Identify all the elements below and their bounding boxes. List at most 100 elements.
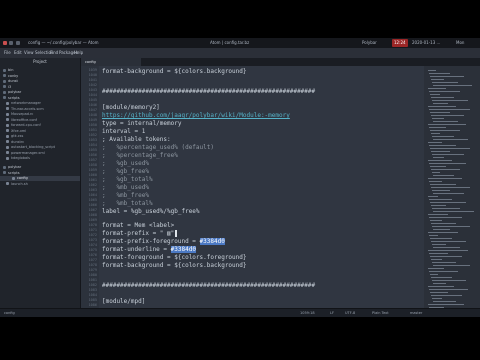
selection-highlight: #3384d0 [170,246,196,253]
tree-item-label: scripts [8,170,20,175]
minimap-line [431,169,460,170]
code-line[interactable]: type = internal/memory [102,120,181,128]
tree-folder[interactable]: polybar [3,165,21,170]
tree-file[interactable]: Mousepad.rc [6,112,33,117]
minimap-line [432,82,458,83]
status-line-ending[interactable]: LF [330,310,334,317]
tree-folder[interactable]: i3 [3,85,11,90]
tree-item-label: networkmanager [11,101,41,105]
line-number-gutter: 1039 1040 1041 1042 1043 1044 1045 1046 1047 1048… [81,66,99,308]
code-line[interactable]: format-foreground = ${colors.foreground} [102,254,247,262]
tree-file[interactable]: Thunar-accels.scm [6,107,44,112]
menu-view[interactable]: View [24,49,34,57]
tree-file[interactable]: Xfce.xml [6,129,26,134]
code-line[interactable]: interval = 1 [102,128,145,136]
tree-file[interactable]: libreoffice.conf [6,118,37,123]
tree-item-label: kdeglobals [11,156,30,160]
code-line[interactable]: ########################################… [102,282,315,290]
code-text: format-prefix = " [102,230,168,237]
taskbar-clock-badge[interactable]: 12:24 [392,39,408,47]
menu-help[interactable]: Help [74,49,83,57]
tree-file[interactable]: forward-cpu.conf [6,123,41,128]
tree-file[interactable]: gtk.css [6,134,23,139]
code-line[interactable]: ; %percentage_used% (default) [102,144,214,152]
project-tree: Project bin conky dunst i3 polybar scripts net… [0,58,81,308]
code-line[interactable]: ########################################… [102,88,315,96]
menu-file[interactable]: File [4,49,11,57]
code-editor[interactable]: 1039 1040 1041 1042 1043 1044 1045 1046 1047 1048… [81,66,424,308]
code-line[interactable]: ; %mb_free% [102,192,149,200]
code-line[interactable]: ; %gb_used% [102,160,149,168]
minimap-line [429,73,450,74]
code-line[interactable]: label = %gb_used%/%gb_free% [102,208,200,216]
code-line-highlighted[interactable]: format-prefix-foreground = #3384d0 [102,238,225,246]
tree-file[interactable]: kdeglobals [6,156,30,161]
code-line[interactable]: [module/memory2] [102,104,160,112]
minimap-line [429,235,438,236]
tree-file[interactable]: config [0,176,80,181]
tree-folder[interactable]: polybar [3,90,21,95]
tree-folder[interactable]: scripts [3,96,20,101]
code-line[interactable]: ; %gb_total% [102,176,153,184]
text-cursor [175,230,178,237]
minimap-line [429,109,470,110]
taskbar-center-window[interactable]: Atom | config.tar.bz [210,39,249,47]
minimap-line [428,106,456,107]
code-line[interactable]: format-background = ${colors.background} [102,262,247,270]
tree-file[interactable]: powermanager.xml [6,151,45,156]
taskbar-day: Mon [456,40,465,45]
code-line[interactable]: format = Mem <label> [102,222,174,230]
minimap-line [428,88,446,89]
minimap-line [428,268,444,269]
status-file[interactable]: config [4,310,15,317]
code-line-link[interactable]: https://github.com/jaagr/polybar/wiki/Mo… [102,112,290,120]
tree-file[interactable]: networkmanager [6,101,41,106]
code-line[interactable]: [module/mpd] [102,298,145,306]
tree-file[interactable]: launch.sh [6,182,28,187]
menu-find[interactable]: Find [50,49,58,57]
minimap-line [428,214,448,215]
minimap-line [429,289,468,290]
code-line[interactable]: ; %mb_used% [102,184,149,192]
status-encoding[interactable]: UTF-8 [345,310,355,317]
letterbox-bottom [0,317,480,360]
tree-item-label: i3 [8,84,12,89]
code-line-highlighted[interactable]: format-underline = #3384d0 [102,246,196,254]
tree-folder[interactable]: conky [3,74,18,79]
tree-file[interactable]: autostart_blocking_script [6,145,55,150]
code-line[interactable]: ; Available tokens: [102,136,171,144]
status-grammar[interactable]: Plain Text [372,310,389,317]
minimap-line [431,205,446,206]
code-line[interactable]: ; %gb_free% [102,168,149,176]
tree-item-label: Mousepad.rc [11,112,34,116]
minimap-line [433,121,458,122]
menu-edit[interactable]: Edit [14,49,22,57]
file-icon [12,176,15,180]
tab-config[interactable]: config [81,58,141,66]
tree-folder[interactable]: bin [3,68,13,73]
minimap-line [429,217,462,218]
minimap-line [432,154,464,155]
tree-folder[interactable]: scripts [3,171,20,176]
tree-folder[interactable]: dunst [3,79,18,84]
tree-file[interactable]: dunstrc [6,140,24,145]
code-line[interactable]: ; %mb_total% [102,200,153,208]
status-git-branch[interactable]: master [410,310,422,317]
minimap-line [429,199,452,200]
status-cursor-position[interactable]: 1059:18 [300,310,315,317]
minimap[interactable] [424,66,480,308]
code-line[interactable]: format-background = ${colors.background} [102,68,247,76]
minimap-line [433,283,446,284]
file-icon [6,101,9,105]
taskbar-window-title[interactable]: config — ~/.config/polybar — Atom [28,39,99,47]
taskbar-polybar-label[interactable]: Polybar [362,39,377,47]
code-line[interactable]: ; %percentage_free% [102,152,178,160]
minimap-line [430,94,440,95]
workspace-1-icon[interactable] [3,41,7,45]
minimap-line [428,304,464,305]
minimap-line [428,70,436,71]
taskbar-workspace-icons[interactable] [3,39,21,47]
workspace-2-icon[interactable] [9,41,14,45]
workspace-3-icon[interactable] [15,41,20,45]
code-line-cursor[interactable]: format-prefix = " ▥" [102,230,178,238]
